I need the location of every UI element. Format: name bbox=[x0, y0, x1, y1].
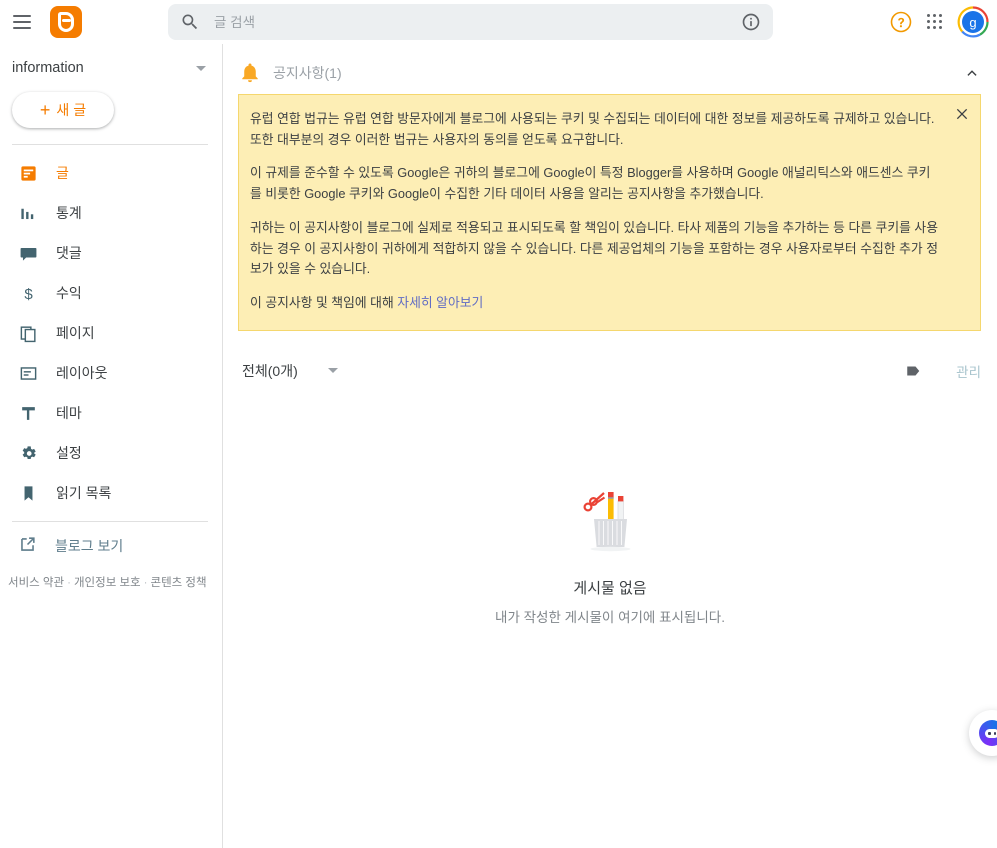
assistant-bubble-icon[interactable] bbox=[969, 710, 997, 756]
sidebar-item-label: 레이아웃 bbox=[56, 363, 108, 383]
empty-state-title: 게시물 없음 bbox=[573, 577, 646, 598]
notice-title: 공지사항(1) bbox=[273, 63, 342, 83]
sidebar-item-theme[interactable]: 테마 bbox=[0, 393, 222, 433]
privacy-link[interactable]: 개인정보 보호 bbox=[74, 577, 141, 589]
sidebar: information + 새 글 글 통계 댓글 $ bbox=[0, 44, 223, 848]
cookie-notice-box: 유럽 연합 법규는 유럽 연합 방문자에게 블로그에 사용되는 쿠키 및 수집되… bbox=[238, 94, 981, 331]
notice-learn-more-line: 이 공지사항 및 책임에 대해 자세히 알아보기 bbox=[250, 293, 940, 314]
chevron-down-icon bbox=[196, 66, 206, 71]
sidebar-item-label: 페이지 bbox=[56, 323, 95, 343]
sidebar-item-label: 읽기 목록 bbox=[56, 483, 111, 503]
apps-grid-icon[interactable] bbox=[923, 10, 947, 34]
chevron-up-icon[interactable] bbox=[965, 66, 979, 80]
sidebar-item-earnings[interactable]: $ 수익 bbox=[0, 273, 222, 313]
new-post-label: 새 글 bbox=[56, 100, 86, 120]
sidebar-item-pages[interactable]: 페이지 bbox=[0, 313, 222, 353]
sidebar-item-layout[interactable]: 레이아웃 bbox=[0, 353, 222, 393]
notice-header: 공지사항(1) bbox=[223, 44, 997, 94]
plus-icon: + bbox=[40, 101, 51, 119]
assistant-face-icon bbox=[979, 720, 997, 746]
top-header: g bbox=[0, 0, 997, 44]
settings-gear-icon bbox=[18, 443, 38, 463]
chevron-down-icon bbox=[328, 368, 338, 373]
search-input[interactable] bbox=[212, 4, 741, 40]
external-link-icon bbox=[18, 535, 37, 557]
svg-text:$: $ bbox=[24, 286, 33, 303]
new-post-button[interactable]: + 새 글 bbox=[12, 92, 114, 128]
sidebar-nav: 글 통계 댓글 $ 수익 페이지 bbox=[0, 145, 222, 513]
comments-icon bbox=[18, 243, 38, 263]
content-policy-link[interactable]: 콘텐츠 정책 bbox=[150, 577, 206, 589]
sidebar-item-label: 설정 bbox=[56, 443, 82, 463]
notice-link-prefix: 이 공지사항 및 책임에 대해 bbox=[250, 295, 397, 310]
help-icon[interactable] bbox=[889, 10, 913, 34]
learn-more-link[interactable]: 자세히 알아보기 bbox=[397, 295, 483, 310]
info-icon[interactable] bbox=[741, 12, 761, 32]
footer-separator: · bbox=[67, 577, 71, 589]
header-actions: g bbox=[889, 0, 991, 44]
search-icon bbox=[180, 12, 200, 32]
posts-filter-row: 전체(0개) 관리 bbox=[238, 353, 981, 389]
avatar[interactable]: g bbox=[957, 6, 989, 38]
empty-state-subtitle: 내가 작성한 게시물이 여기에 표시됩니다. bbox=[495, 606, 725, 626]
bookmark-icon bbox=[18, 483, 38, 503]
posts-icon bbox=[18, 163, 38, 183]
sidebar-item-settings[interactable]: 설정 bbox=[0, 433, 222, 473]
earnings-icon: $ bbox=[18, 283, 38, 303]
close-icon[interactable] bbox=[954, 106, 970, 122]
sidebar-item-posts[interactable]: 글 bbox=[0, 153, 222, 193]
main-content: 공지사항(1) 유럽 연합 법규는 유럽 연합 방문자에게 블로그에 사용되는 … bbox=[223, 44, 997, 848]
sidebar-footer-links: 서비스 약관·개인정보 보호·콘텐츠 정책 bbox=[0, 566, 222, 590]
blog-selector[interactable]: information bbox=[0, 44, 222, 88]
label-tag-icon[interactable] bbox=[904, 362, 924, 380]
empty-state: 게시물 없음 내가 작성한 게시물이 여기에 표시됩니다. bbox=[223, 485, 997, 626]
sidebar-divider-bottom bbox=[12, 521, 208, 522]
pages-icon bbox=[18, 323, 38, 343]
blogger-logo[interactable] bbox=[50, 6, 82, 38]
sidebar-item-label: 글 bbox=[56, 163, 69, 183]
notice-paragraph-1: 유럽 연합 법규는 유럽 연합 방문자에게 블로그에 사용되는 쿠키 및 수집되… bbox=[250, 109, 940, 150]
terms-link[interactable]: 서비스 약관 bbox=[8, 577, 64, 589]
search-bar[interactable] bbox=[168, 4, 773, 40]
sidebar-item-label: 통계 bbox=[56, 203, 82, 223]
post-filter-select[interactable]: 전체(0개) bbox=[238, 361, 338, 381]
notice-paragraph-2: 이 규제를 준수할 수 있도록 Google은 귀하의 블로그에 Google이… bbox=[250, 163, 940, 204]
hamburger-menu-icon[interactable] bbox=[10, 10, 34, 34]
manage-labels-link[interactable]: 관리 bbox=[956, 361, 981, 381]
blog-name: information bbox=[8, 60, 84, 76]
theme-icon bbox=[18, 403, 38, 423]
sidebar-item-label: 수익 bbox=[56, 283, 82, 303]
filter-actions: 관리 bbox=[904, 361, 981, 381]
view-blog-label: 블로그 보기 bbox=[55, 536, 123, 556]
footer-separator: · bbox=[144, 577, 148, 589]
post-filter-value: 전체(0개) bbox=[242, 361, 298, 381]
sidebar-item-comments[interactable]: 댓글 bbox=[0, 233, 222, 273]
pencil-cup-illustration bbox=[568, 485, 652, 555]
view-blog-link[interactable]: 블로그 보기 bbox=[0, 526, 222, 566]
avatar-letter: g bbox=[969, 15, 976, 30]
sidebar-item-label: 댓글 bbox=[56, 243, 82, 263]
bell-icon bbox=[239, 62, 261, 84]
sidebar-item-label: 테마 bbox=[56, 403, 82, 423]
layout-icon bbox=[18, 363, 38, 383]
sidebar-item-stats[interactable]: 통계 bbox=[0, 193, 222, 233]
stats-icon bbox=[18, 203, 38, 223]
notice-paragraph-3: 귀하는 이 공지사항이 블로그에 실제로 적용되고 표시되도록 할 책임이 있습… bbox=[250, 218, 940, 280]
sidebar-item-reading-list[interactable]: 읽기 목록 bbox=[0, 473, 222, 513]
